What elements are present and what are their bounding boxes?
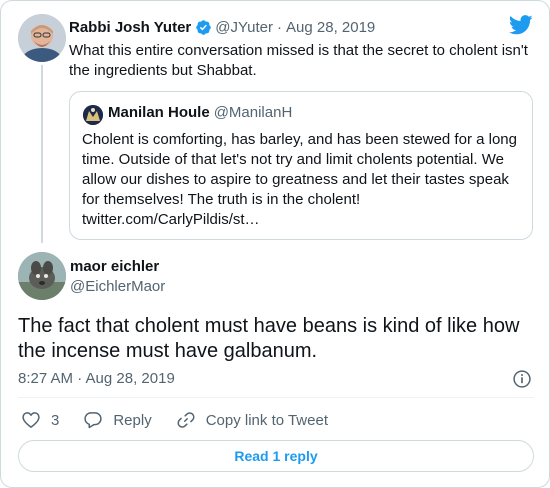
copy-link-label: Copy link to Tweet [205,411,328,429]
verified-badge-icon [196,19,212,35]
reply-label: Reply [113,411,152,429]
quote-author-handle: @ManilanH [213,104,293,121]
parent-author-handle[interactable]: @JYuter [215,19,273,36]
tweet-embed-card: Rabbi Josh Yuter @JYuter · Aug 28, 2019 … [0,0,550,488]
read-replies-label: Read 1 reply [234,448,318,464]
parent-tweet-header: Rabbi Josh Yuter @JYuter · Aug 28, 2019 [69,17,375,37]
header-separator: · [277,18,283,36]
main-tweet-text: The fact that cholent must have beans is… [18,315,520,362]
main-author-name[interactable]: maor eichler [70,258,159,275]
heart-icon [22,412,40,428]
reply-button[interactable]: Reply [83,410,152,430]
quote-author-avatar [83,105,103,125]
parent-author-avatar[interactable] [18,14,66,62]
twitter-bird-icon[interactable] [509,15,533,35]
quote-body-text: Cholent is comforting, has barley, and h… [82,131,517,208]
like-button[interactable]: 3 [21,410,59,430]
quote-header: Manilan Houle @ManilanH [108,104,292,121]
actions-divider [18,397,534,398]
read-replies-button[interactable]: Read 1 reply [18,440,534,472]
tweet-actions-bar: 3 Reply Copy link to Tweet [21,409,352,431]
parent-tweet-text: What this entire conversation missed is … [69,42,528,79]
main-author-avatar[interactable] [18,252,66,300]
quoted-tweet[interactable]: Manilan Houle @ManilanH Cholent is comfo… [69,91,533,240]
copy-link-button[interactable]: Copy link to Tweet [176,410,328,430]
tweet-timestamp[interactable]: 8:27 AM · Aug 28, 2019 [18,370,175,387]
thread-connector-line [41,65,43,243]
parent-tweet-date[interactable]: Aug 28, 2019 [286,19,375,36]
quote-text-block: Cholent is comforting, has barley, and h… [82,130,522,230]
speech-bubble-icon [84,412,103,429]
like-count: 3 [51,411,60,429]
main-author-handle[interactable]: @EichlerMaor [70,278,165,295]
info-icon[interactable] [512,369,532,389]
parent-author-name[interactable]: Rabbi Josh Yuter [69,19,191,36]
quote-link[interactable]: twitter.com/CarlyPildis/st… [82,211,260,228]
link-icon [177,412,195,428]
quote-author-name: Manilan Houle [108,104,210,121]
